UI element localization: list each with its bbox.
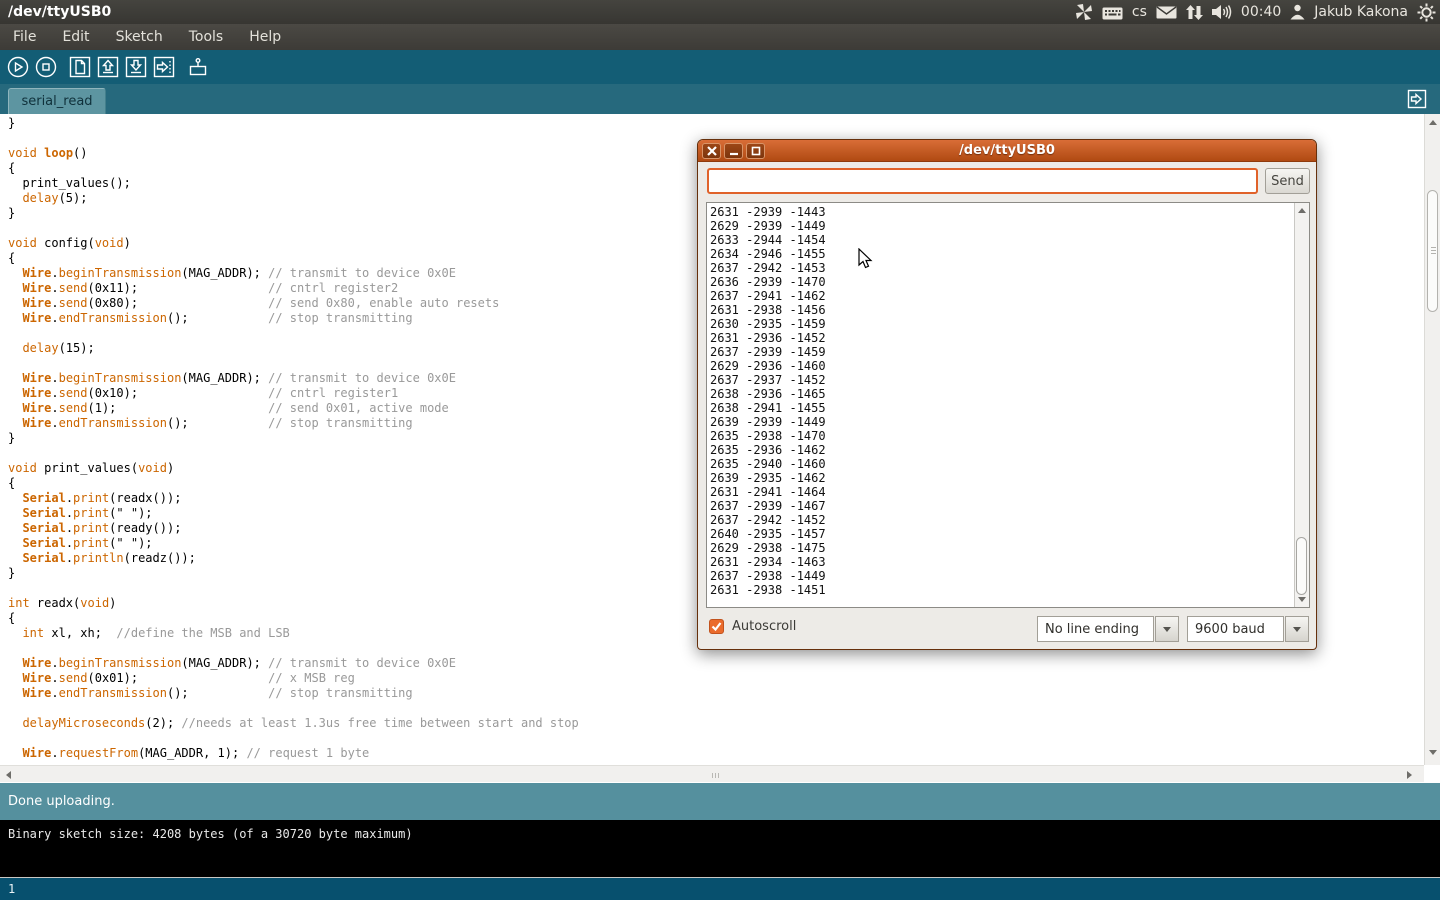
baud-rate-value: 9600 baud — [1195, 622, 1265, 637]
session-gear-icon[interactable] — [1417, 3, 1436, 22]
minimize-button[interactable] — [724, 143, 743, 159]
serial-input[interactable] — [707, 168, 1258, 194]
status-message: Done uploading. — [8, 794, 115, 809]
toolbar — [0, 50, 1440, 84]
user-name-label[interactable]: Jakub Kakona — [1314, 4, 1408, 20]
serial-output-box: 2631 -2939 -1443 2629 -2939 -1449 2633 -… — [706, 202, 1310, 608]
volume-icon[interactable] — [1212, 4, 1232, 20]
screen: /dev/ttyUSB0 cs 00:40 Jakub Kakona FileE… — [0, 0, 1440, 900]
console-output: Binary sketch size: 4208 bytes (of a 307… — [0, 820, 1440, 877]
serial-monitor-window: /dev/ttyUSB0 Send 2631 -2939 -1443 2629 … — [697, 139, 1317, 650]
serial-scroll-thumb[interactable] — [1296, 537, 1307, 595]
serial-scroll-down-icon[interactable] — [1298, 597, 1306, 602]
close-button[interactable] — [702, 143, 721, 159]
menu-item-sketch[interactable]: Sketch — [103, 25, 176, 49]
baud-dropdown-button[interactable] — [1285, 616, 1309, 642]
maximize-icon — [751, 146, 761, 156]
chevron-down-icon — [1293, 627, 1301, 632]
hthumb-grip — [712, 773, 713, 778]
minimize-icon — [729, 146, 739, 156]
tab-menu-button[interactable] — [1406, 88, 1428, 110]
menu-bar: FileEditSketchToolsHelp — [0, 24, 1440, 50]
close-icon — [707, 146, 717, 156]
mail-icon[interactable] — [1156, 5, 1177, 20]
checkmark-icon — [710, 620, 723, 633]
console-line: Binary sketch size: 4208 bytes (of a 307… — [8, 827, 413, 841]
menu-item-help[interactable]: Help — [236, 25, 294, 49]
window-title: /dev/ttyUSB0 — [8, 4, 111, 20]
serial-scroll-up-icon[interactable] — [1298, 208, 1306, 213]
system-tray: cs 00:40 Jakub Kakona — [1075, 0, 1436, 24]
line-number-bar: 1 — [0, 877, 1440, 900]
send-button[interactable]: Send — [1265, 168, 1310, 194]
open-sketch-button[interactable] — [95, 54, 121, 80]
clock-label[interactable]: 00:40 — [1241, 4, 1281, 20]
serial-output[interactable]: 2631 -2939 -1443 2629 -2939 -1449 2633 -… — [710, 205, 826, 597]
scroll-left-icon[interactable] — [6, 771, 11, 779]
chevron-down-icon — [1163, 627, 1171, 632]
autoscroll-checkbox[interactable] — [709, 619, 724, 634]
baud-rate-select[interactable]: 9600 baud — [1187, 616, 1284, 642]
tab-label: serial_read — [21, 94, 92, 109]
scroll-down-icon[interactable] — [1429, 750, 1437, 755]
tab-serial-read[interactable]: serial_read — [8, 88, 106, 114]
user-icon[interactable] — [1290, 4, 1305, 20]
send-label: Send — [1271, 174, 1304, 189]
menu-item-file[interactable]: File — [0, 25, 49, 49]
scroll-up-icon[interactable] — [1429, 120, 1437, 125]
mouse-cursor — [858, 248, 874, 274]
serial-monitor-title: /dev/ttyUSB0 — [698, 143, 1316, 158]
line-ending-select[interactable]: No line ending — [1037, 616, 1154, 642]
autoscroll-label: Autoscroll — [732, 619, 796, 634]
vertical-scroll-thumb[interactable] — [1427, 190, 1438, 312]
editor-horizontal-scrollbar[interactable] — [0, 765, 1424, 782]
serial-monitor-button[interactable] — [185, 54, 211, 80]
network-arrows-icon[interactable] — [1186, 4, 1203, 21]
thumb-grip — [1431, 247, 1436, 248]
upload-button[interactable] — [151, 54, 177, 80]
scroll-right-icon[interactable] — [1407, 771, 1412, 779]
keyboard-layout-label[interactable]: cs — [1132, 4, 1147, 20]
tab-bar: serial_read — [0, 84, 1440, 114]
menu-item-edit[interactable]: Edit — [49, 25, 102, 49]
editor-vertical-scrollbar[interactable] — [1424, 114, 1440, 765]
maximize-button[interactable] — [746, 143, 765, 159]
save-sketch-button[interactable] — [123, 54, 149, 80]
serial-monitor-titlebar[interactable]: /dev/ttyUSB0 — [698, 140, 1316, 162]
line-ending-dropdown-button[interactable] — [1155, 616, 1179, 642]
verify-button[interactable] — [5, 54, 31, 80]
line-ending-value: No line ending — [1045, 622, 1139, 637]
menu-item-tools[interactable]: Tools — [176, 25, 237, 49]
top-panel: /dev/ttyUSB0 cs 00:40 Jakub Kakona — [0, 0, 1440, 24]
new-sketch-button[interactable] — [67, 54, 93, 80]
code-editor[interactable]: } void loop() { print_values(); delay(5)… — [8, 116, 579, 761]
serial-scrollbar[interactable] — [1294, 203, 1309, 607]
line-indicator: 1 — [8, 882, 15, 896]
serial-monitor-controls: Autoscroll No line ending 9600 baud — [698, 616, 1316, 651]
status-bar: Done uploading. — [0, 783, 1440, 820]
stop-button[interactable] — [33, 54, 59, 80]
keyboard-icon[interactable] — [1102, 5, 1123, 20]
indicator-applet-icon[interactable] — [1075, 3, 1093, 21]
